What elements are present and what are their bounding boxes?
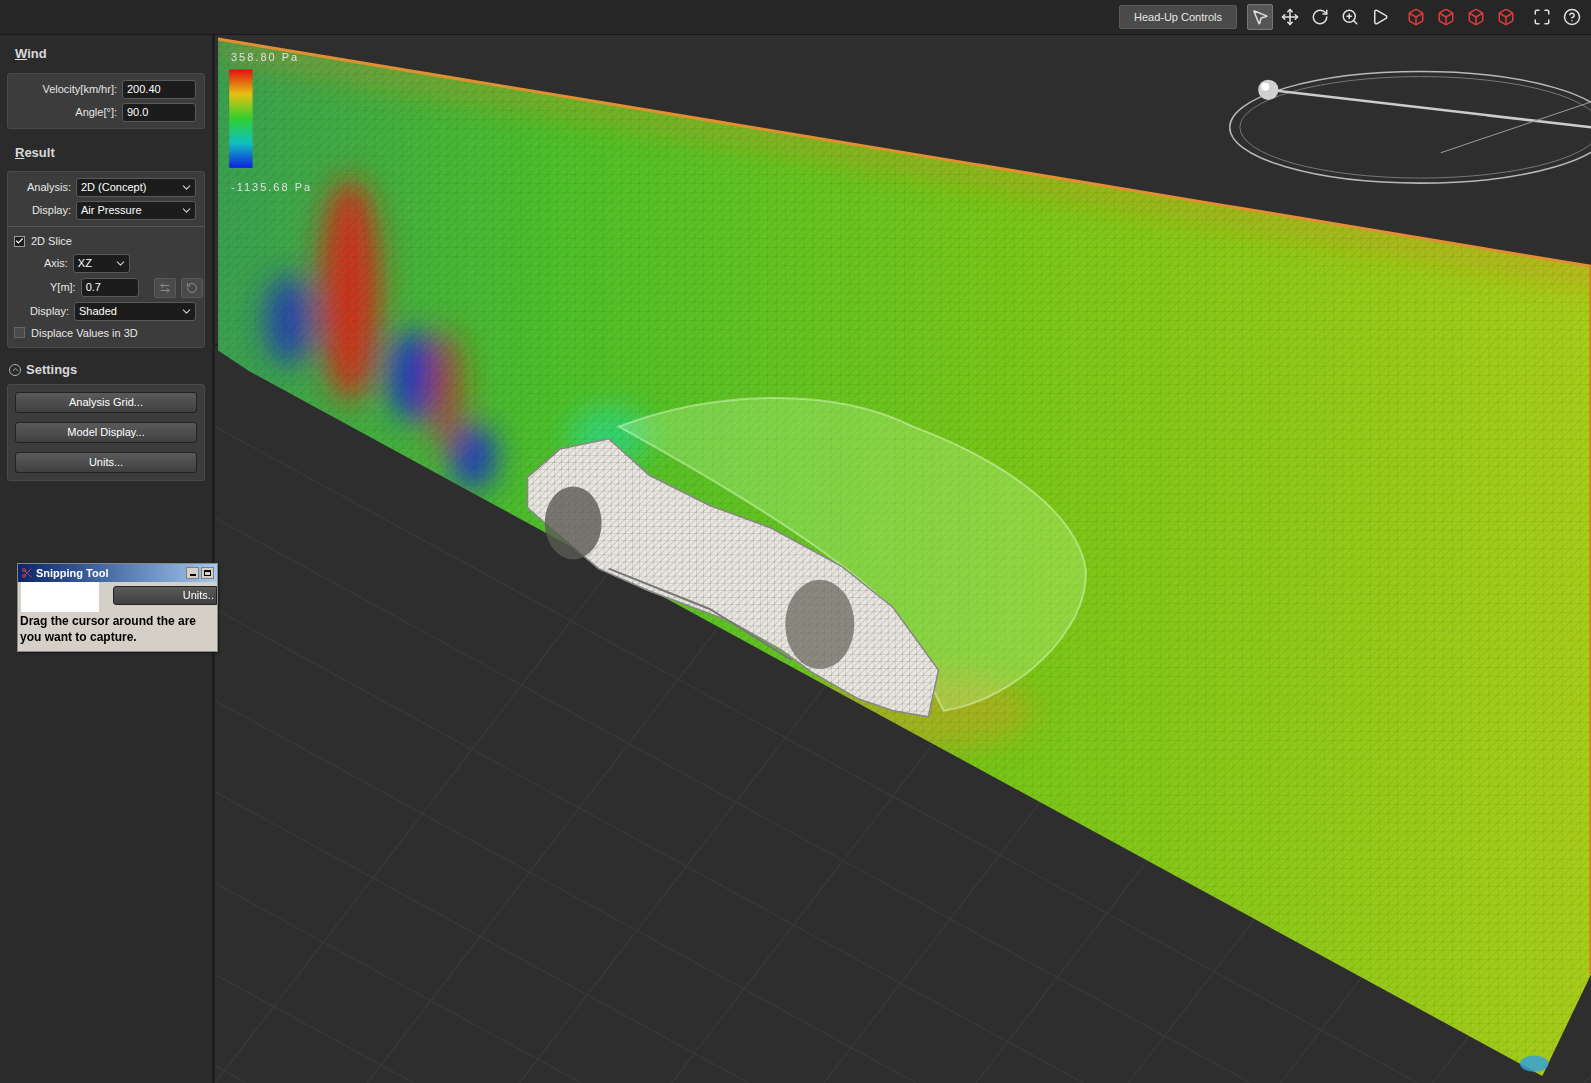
scene-drawing	[215, 35, 1591, 1083]
fit-icon	[1533, 8, 1551, 26]
capture-area	[21, 582, 99, 612]
checkbox[interactable]	[14, 236, 25, 247]
position-input[interactable]: 0.7	[81, 278, 139, 297]
scissors-icon	[21, 567, 33, 579]
viewport[interactable]: 358.80 Pa -1135.68 Pa	[215, 35, 1591, 1083]
select-row: Display: Shaded	[8, 302, 196, 321]
chevron-down-icon	[180, 305, 193, 318]
field-row: Velocity[km/hr]: 200.40	[8, 80, 196, 99]
select-label: Analysis:	[27, 179, 71, 196]
chevron-down-icon	[180, 204, 193, 217]
select-label: Display:	[30, 303, 69, 320]
wind-box: Velocity[km/hr]: 200.40 Angle[°]: 90.0	[7, 73, 205, 129]
top-toolbar: Head-Up Controls	[0, 0, 1591, 35]
settings-button[interactable]: Units...	[15, 452, 197, 473]
side-panel: Wind Velocity[km/hr]: 200.40 Angle[°]: 90.0 R…	[0, 35, 215, 1083]
result-box: Analysis: 2D (Concept) Display: Air Pressur…	[7, 171, 205, 348]
select-row: Analysis: 2D (Concept)	[8, 178, 196, 197]
settings-header[interactable]: Settings	[7, 360, 205, 380]
cube-front-icon	[1407, 8, 1425, 26]
settings-box: Analysis Grid... Model Display... Units...	[7, 384, 205, 481]
collapse-icon	[9, 364, 21, 376]
units-button[interactable]: Units..	[113, 586, 217, 605]
checkbox-row[interactable]: 2D Slice	[8, 233, 204, 250]
section-header: Result	[7, 139, 205, 168]
toolbar-tool[interactable]	[1247, 4, 1273, 30]
toolbar-tool[interactable]	[1367, 4, 1393, 30]
checkbox-label: Displace Values in 3D	[31, 325, 138, 342]
maximize-button[interactable]	[201, 567, 214, 579]
head-up-controls-button[interactable]: Head-Up Controls	[1119, 5, 1237, 29]
chevron-down-icon	[114, 257, 127, 270]
orbit-icon	[1311, 8, 1329, 26]
check-icon	[15, 236, 24, 246]
field-row: Angle[°]: 90.0	[8, 103, 196, 122]
field-label: Angle[°]:	[75, 104, 117, 121]
toolbar-tool[interactable]	[1403, 4, 1429, 30]
cube-side-icon	[1437, 8, 1455, 26]
toolbar-tool[interactable]	[1337, 4, 1363, 30]
select-label: Display:	[32, 202, 71, 219]
reset-button[interactable]	[181, 278, 203, 298]
flip-icon	[159, 282, 171, 294]
toolbar-tool[interactable]	[1463, 4, 1489, 30]
toolbar-tool[interactable]	[1529, 4, 1555, 30]
snipping-message: Drag the cursor around the areyou want t…	[18, 612, 217, 651]
toolbar-tool[interactable]	[1493, 4, 1519, 30]
play-icon	[1371, 8, 1389, 26]
app-window: Head-Up Controls Wind Velocity[km/hr]: 200.…	[0, 0, 1591, 1083]
field-input[interactable]: 200.40	[122, 80, 196, 99]
snipping-tool-window: Snipping Tool Units.. Drag the cursor arou…	[17, 563, 218, 652]
field-input[interactable]: 90.0	[122, 103, 196, 122]
workspace: Wind Velocity[km/hr]: 200.40 Angle[°]: 90.0 R…	[0, 35, 1591, 1083]
select-row: Display: Air Pressure	[8, 201, 196, 220]
chevron-down-icon	[180, 181, 193, 194]
checkbox-row[interactable]: Displace Values in 3D	[8, 325, 204, 342]
dropdown[interactable]: Air Pressure	[76, 201, 196, 220]
checkbox[interactable]	[14, 327, 25, 338]
cube-iso-icon	[1497, 8, 1515, 26]
flip-button[interactable]	[154, 278, 176, 298]
position-label: Y[m]:	[50, 279, 76, 296]
axis-dropdown[interactable]: XZ	[73, 254, 130, 273]
minimize-button[interactable]	[186, 567, 199, 579]
cube-top-icon	[1467, 8, 1485, 26]
zoom-icon	[1341, 8, 1359, 26]
legend-min: -1135.68 Pa	[231, 179, 312, 196]
toolbar-tool[interactable]	[1307, 4, 1333, 30]
toolbar-tool[interactable]	[1277, 4, 1303, 30]
dropdown[interactable]: Shaded	[74, 302, 196, 321]
help-icon	[1563, 8, 1581, 26]
settings-button[interactable]: Analysis Grid...	[15, 392, 197, 413]
axis-label: Axis:	[44, 255, 68, 272]
checkbox-label: 2D Slice	[31, 233, 72, 250]
pan-icon	[1281, 8, 1299, 26]
settings-button[interactable]: Model Display...	[15, 422, 197, 443]
toolbar-tool[interactable]	[1433, 4, 1459, 30]
reset-icon	[186, 282, 198, 294]
legend-max: 358.80 Pa	[231, 49, 299, 66]
section-header: Wind	[7, 40, 205, 69]
title-bar: Snipping Tool	[18, 564, 217, 582]
field-label: Velocity[km/hr]:	[42, 81, 117, 98]
select-icon	[1251, 8, 1269, 26]
toolbar-tool[interactable]	[1559, 4, 1585, 30]
dropdown[interactable]: 2D (Concept)	[76, 178, 196, 197]
